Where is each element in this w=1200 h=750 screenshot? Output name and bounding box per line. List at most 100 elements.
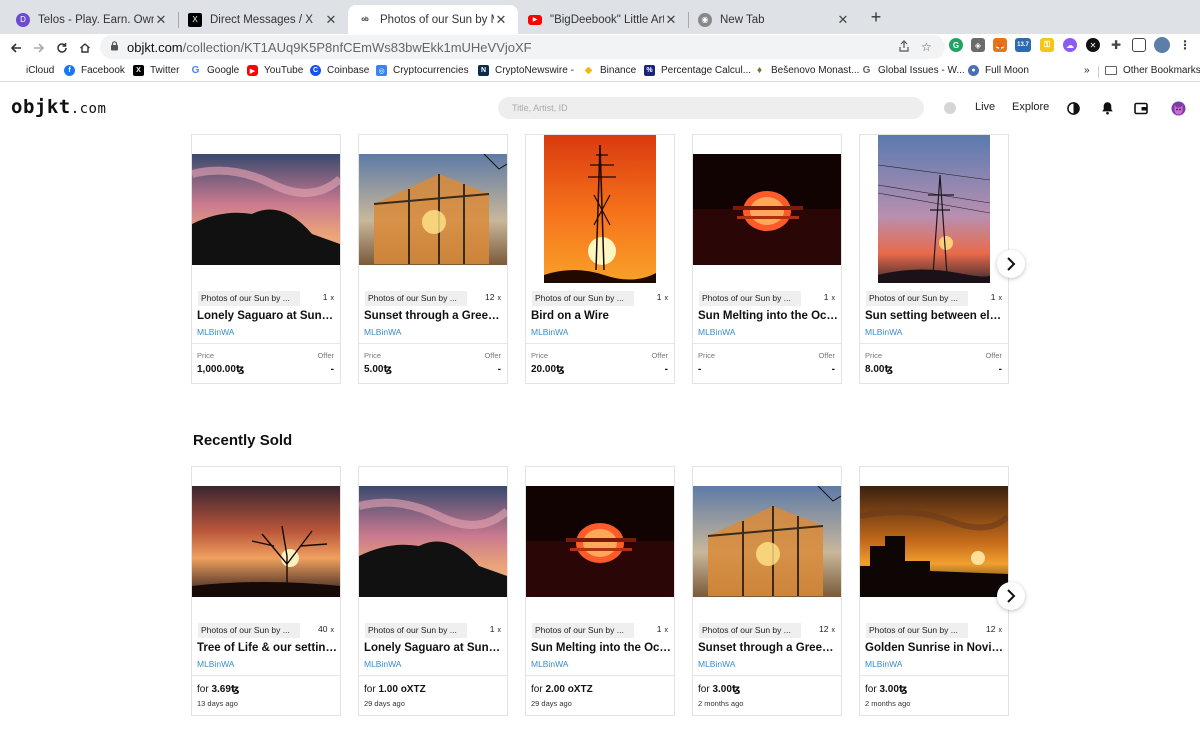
puzzle-icon[interactable]: ✚ — [1109, 38, 1123, 52]
bookmark-binance[interactable]: ◆ Binance — [583, 65, 637, 76]
price-value[interactable]: 5.00ꜩ — [364, 364, 392, 375]
artwork-thumbnail[interactable] — [693, 135, 841, 283]
artwork-title[interactable]: Lonely Saguaro at Sunset — [364, 642, 504, 654]
collection-chip[interactable]: Photos of our Sun by ... — [198, 623, 300, 638]
bookmark-twitter[interactable]: X Twitter — [133, 65, 179, 76]
collection-chip[interactable]: Photos of our Sun by ... — [365, 623, 467, 638]
artwork-thumbnail[interactable] — [192, 135, 340, 283]
wallet-icon[interactable] — [1133, 100, 1149, 116]
browser-tab-objkt[interactable]: ob Photos of our Sun by MLBinWA ✕ — [348, 5, 518, 34]
offer-value[interactable]: - — [498, 364, 501, 375]
artist-link[interactable]: MLBinWA — [364, 659, 401, 669]
x-extension-icon[interactable]: ✕ — [1086, 38, 1100, 52]
new-tab-button[interactable]: + — [866, 8, 886, 28]
close-icon[interactable]: ✕ — [494, 12, 508, 28]
price-value[interactable]: 20.00ꜩ — [531, 364, 565, 375]
offer-value[interactable]: - — [665, 364, 668, 375]
price-value[interactable]: 1,000.00ꜩ — [197, 364, 245, 375]
artwork-card[interactable]: Photos of our Sun by ... 12 x Sunset thro… — [358, 134, 508, 384]
collection-chip[interactable]: Photos of our Sun by ... — [532, 623, 634, 638]
bookmark-icloud[interactable]: iCloud — [9, 65, 54, 76]
close-icon[interactable]: ✕ — [154, 12, 168, 28]
shield-icon[interactable]: ◈ — [971, 38, 985, 52]
artwork-card[interactable]: Photos of our Sun by ... 1x Lonely Sagua… — [191, 134, 341, 384]
artwork-thumbnail[interactable] — [359, 467, 507, 615]
artwork-card[interactable]: Photos of our Sun by ... 12 x Golden Sunr… — [859, 466, 1009, 716]
bookmark-cryptonewswire[interactable]: N CryptoNewswire - — [478, 65, 574, 76]
artwork-card[interactable]: Photos of our Sun by ... 1x Sun Melting … — [692, 134, 842, 384]
user-avatar[interactable] — [1170, 100, 1186, 116]
ocean-artwork-image[interactable] — [693, 153, 841, 265]
price-value[interactable]: - — [698, 364, 701, 375]
tree-artwork-image[interactable] — [192, 485, 340, 597]
collection-chip[interactable]: Photos of our Sun by ... — [532, 291, 634, 306]
site-search-input[interactable] — [498, 97, 924, 119]
novisad-artwork-image[interactable] — [860, 485, 1008, 597]
ocean-artwork-image[interactable] — [526, 485, 674, 597]
share-icon[interactable] — [898, 40, 910, 55]
artist-link[interactable]: MLBinWA — [698, 659, 735, 669]
nav-live-link[interactable]: Live — [975, 101, 995, 113]
wire-artwork-image[interactable] — [544, 135, 656, 283]
nav-explore-link[interactable]: Explore — [1012, 101, 1049, 113]
cloud-extension-icon[interactable]: ☁ — [1063, 38, 1077, 52]
pylon-artwork-image[interactable] — [878, 135, 990, 283]
bookmark-coinbase[interactable]: C Coinbase — [310, 65, 369, 76]
key-icon[interactable]: ⚿ — [1040, 38, 1054, 52]
dark-mode-toggle-icon[interactable] — [1065, 100, 1081, 116]
price-value[interactable]: 8.00ꜩ — [865, 364, 893, 375]
artwork-title[interactable]: Sun Melting into the Ocean — [698, 310, 838, 322]
artwork-title[interactable]: Sunset through a Greenhouse — [364, 310, 504, 322]
artwork-thumbnail[interactable] — [192, 467, 340, 615]
saguaro-artwork-image[interactable] — [359, 485, 507, 597]
artwork-card[interactable]: Photos of our Sun by ... 1x Bird on a Wi… — [525, 134, 675, 384]
browser-tab-new-tab[interactable]: ◉ New Tab ✕ — [688, 5, 860, 34]
artist-link[interactable]: MLBinWA — [197, 327, 234, 337]
artist-link[interactable]: MLBinWA — [197, 659, 234, 669]
offer-value[interactable]: - — [832, 364, 835, 375]
bookmarks-overflow-button[interactable]: » — [1084, 65, 1090, 76]
artwork-thumbnail[interactable] — [359, 135, 507, 283]
close-icon[interactable]: ✕ — [836, 12, 850, 28]
artwork-title[interactable]: Tree of Life & our setting Sun — [197, 642, 337, 654]
artwork-card[interactable]: Photos of our Sun by ... 1x Sun setting … — [859, 134, 1009, 384]
profile-avatar[interactable] — [1154, 37, 1170, 53]
home-icon[interactable] — [75, 38, 95, 58]
saguaro-artwork-image[interactable] — [192, 153, 340, 265]
artwork-thumbnail[interactable] — [860, 467, 1008, 615]
bookmark-global-issues[interactable]: G Global Issues - W... — [861, 65, 965, 76]
carousel-next-button[interactable] — [997, 250, 1025, 278]
sidepanel-icon[interactable] — [1132, 38, 1146, 52]
artist-link[interactable]: MLBinWA — [531, 327, 568, 337]
artwork-title[interactable]: Sun Melting into the Ocean — [531, 642, 671, 654]
recently-sold-next-button[interactable] — [997, 582, 1025, 610]
bookmark-cryptocurrencies[interactable]: ◎ Cryptocurrencies — [376, 65, 469, 76]
bookmark-youtube[interactable]: ▶ YouTube — [247, 65, 303, 76]
browser-tab-youtube[interactable]: ▶ "BigDeebook" Little Artist | Vo ✕ — [518, 5, 688, 34]
collection-chip[interactable]: Photos of our Sun by ... — [866, 623, 968, 638]
artist-link[interactable]: MLBinWA — [364, 327, 401, 337]
artist-link[interactable]: MLBinWA — [698, 327, 735, 337]
collection-chip[interactable]: Photos of our Sun by ... — [699, 291, 801, 306]
artwork-thumbnail[interactable] — [860, 135, 1008, 283]
metamask-icon[interactable]: 🦊 — [993, 38, 1007, 52]
browser-tab-direct-messages[interactable]: X Direct Messages / X ✕ — [178, 5, 348, 34]
greenhouse-artwork-image[interactable] — [693, 485, 841, 597]
other-bookmarks[interactable]: Other Bookmarks — [1105, 65, 1200, 76]
artwork-title[interactable]: Sunset through a Greenhouse — [698, 642, 838, 654]
collection-chip[interactable]: Photos of our Sun by ... — [699, 623, 801, 638]
close-icon[interactable]: ✕ — [664, 12, 678, 28]
back-icon[interactable] — [6, 38, 26, 58]
artist-link[interactable]: MLBinWA — [531, 659, 568, 669]
bookmark-besenovo[interactable]: ♦ Bešenovo Monast... — [754, 65, 859, 76]
artwork-thumbnail[interactable] — [693, 467, 841, 615]
artwork-card[interactable]: Photos of our Sun by ... 40 x Tree of Lif… — [191, 466, 341, 716]
grammarly-icon[interactable]: G — [949, 38, 963, 52]
greenhouse-artwork-image[interactable] — [359, 153, 507, 265]
objkt-logo[interactable]: objkt.com — [11, 96, 106, 118]
offer-value[interactable]: - — [331, 364, 334, 375]
bookmark-percentage-calculator[interactable]: % Percentage Calcul... — [644, 65, 751, 76]
browser-tab-telos[interactable]: D Telos - Play. Earn. Own. ✕ — [6, 5, 178, 34]
artwork-card[interactable]: Photos of our Sun by ... 12 x Sunset thro… — [692, 466, 842, 716]
collection-chip[interactable]: Photos of our Sun by ... — [365, 291, 467, 306]
